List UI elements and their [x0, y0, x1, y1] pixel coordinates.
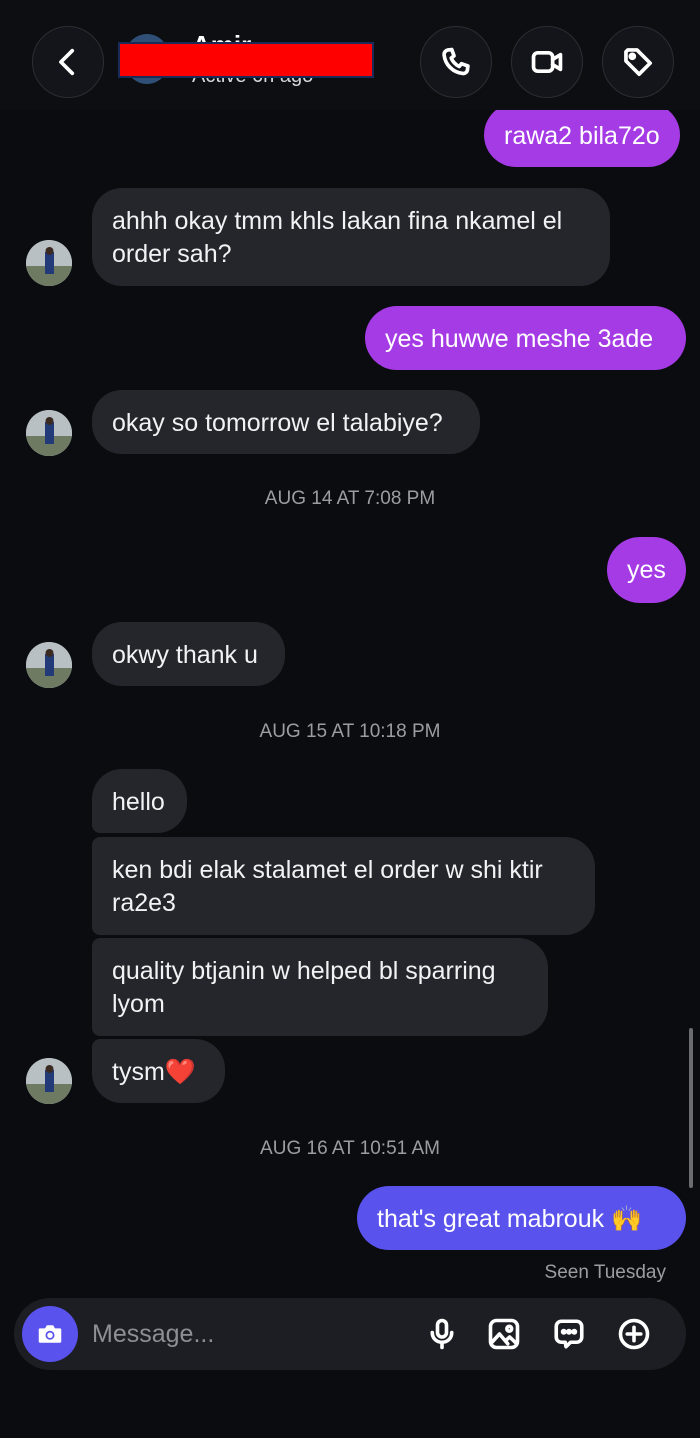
back-button[interactable]: [32, 26, 104, 98]
message-incoming[interactable]: hello: [92, 769, 187, 833]
heart-emoji: ❤️: [164, 1058, 196, 1086]
message-incoming[interactable]: okwy thank u: [92, 622, 285, 686]
message-incoming[interactable]: okay so tomorrow el talabiye?: [92, 390, 480, 454]
message-outgoing[interactable]: rawa2 bila72o: [484, 103, 680, 167]
sticker-chat-icon: [554, 1319, 584, 1349]
sender-avatar[interactable]: [26, 410, 72, 456]
scrollbar[interactable]: [689, 1028, 693, 1188]
voice-message-button[interactable]: [422, 1314, 462, 1354]
message-text: quality btjanin w helped bl sparring lyo…: [112, 957, 496, 1018]
sender-avatar[interactable]: [26, 1058, 72, 1104]
tag-icon: [624, 48, 653, 77]
chevron-left-icon: [59, 48, 75, 76]
more-options-button[interactable]: [614, 1314, 654, 1354]
video-call-button[interactable]: [511, 26, 583, 98]
microphone-icon: [430, 1318, 454, 1350]
tag-button[interactable]: [602, 26, 674, 98]
message-text: that's great mabrouk: [377, 1205, 605, 1233]
image-icon: [488, 1318, 520, 1350]
camera-icon: [38, 1325, 62, 1343]
message-outgoing[interactable]: yes: [607, 537, 686, 603]
message-text: tysm: [112, 1058, 165, 1086]
message-outgoing[interactable]: that's great mabrouk 🙌: [357, 1186, 686, 1250]
message-incoming[interactable]: ken bdi elak stalamet el order w shi kti…: [92, 837, 595, 935]
message-incoming[interactable]: tysm❤️: [92, 1039, 225, 1103]
message-text: rawa2 bila72o: [504, 122, 660, 150]
voice-call-button[interactable]: [420, 26, 492, 98]
timestamp: AUG 16 AT 10:51 AM: [260, 1138, 440, 1159]
sender-avatar[interactable]: [26, 642, 72, 688]
avatar-photo: [26, 1058, 72, 1104]
message-incoming[interactable]: quality btjanin w helped bl sparring lyo…: [92, 938, 548, 1036]
plus-circle-icon: [618, 1318, 650, 1350]
video-camera-icon: [531, 50, 563, 74]
gallery-button[interactable]: [484, 1314, 524, 1354]
message-input[interactable]: [92, 1314, 392, 1354]
message-incoming[interactable]: ahhh okay tmm khls lakan fina nkamel el …: [92, 188, 610, 286]
message-text: hello: [112, 788, 165, 816]
avatar-photo: [26, 642, 72, 688]
message-text: okwy thank u: [112, 641, 258, 669]
dm-screen: Amir Active 6h ago rawa2 bila72o ahhh ok…: [0, 0, 700, 1438]
message-outgoing[interactable]: yes huwwe meshe 3ade: [365, 306, 686, 370]
chat-header: Amir Active 6h ago: [0, 0, 700, 110]
message-text: yes: [627, 556, 666, 584]
sender-avatar[interactable]: [26, 240, 72, 286]
raising-hands-emoji: 🙌: [611, 1205, 643, 1233]
redaction-box: [118, 42, 374, 78]
message-text: okay so tomorrow el talabiye?: [112, 409, 443, 437]
seen-receipt: Seen Tuesday: [544, 1262, 666, 1283]
timestamp: AUG 14 AT 7:08 PM: [264, 488, 436, 509]
sticker-button[interactable]: [549, 1314, 589, 1354]
message-text: yes huwwe meshe 3ade: [385, 325, 654, 353]
message-text: ahhh okay tmm khls lakan fina nkamel el …: [112, 207, 563, 268]
timestamp: AUG 15 AT 10:18 PM: [259, 721, 441, 742]
phone-icon: [442, 47, 470, 76]
message-text: ken bdi elak stalamet el order w shi kti…: [112, 856, 543, 917]
avatar-photo: [26, 410, 72, 456]
avatar-photo: [26, 240, 72, 286]
camera-button[interactable]: [22, 1306, 78, 1362]
message-composer: [14, 1298, 686, 1370]
